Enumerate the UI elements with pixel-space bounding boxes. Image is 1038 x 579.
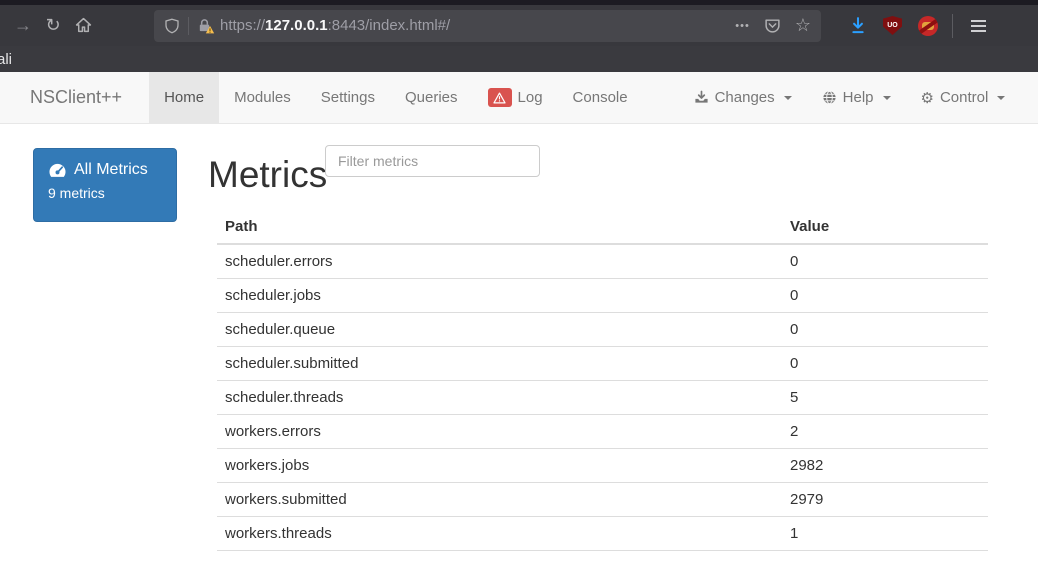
col-header-value: Value — [782, 210, 988, 244]
desktop-strip: ali — [0, 46, 1038, 72]
table-row: scheduler.jobs0 — [217, 279, 988, 313]
page-content: All Metrics 9 metrics Metrics Path Value… — [0, 124, 1038, 579]
metric-path-cell: scheduler.submitted — [217, 347, 782, 381]
col-header-path: Path — [217, 210, 782, 244]
nav-item-queries[interactable]: Queries — [390, 72, 473, 123]
metric-path-cell: scheduler.queue — [217, 313, 782, 347]
page-title: Metrics — [208, 154, 327, 196]
gear-icon: ⚙︎ — [921, 89, 934, 107]
warning-triangle-icon — [493, 92, 506, 104]
metric-path-cell: workers.jobs — [217, 449, 782, 483]
globe-icon — [822, 90, 837, 105]
metric-value-cell: 0 — [782, 279, 988, 313]
metric-value-cell: 0 — [782, 244, 988, 279]
ublock-extension-icon[interactable]: UO — [883, 16, 902, 35]
bookmark-star-icon[interactable]: ☆ — [795, 15, 811, 36]
table-header-row: Path Value — [217, 210, 988, 244]
metric-value-cell: 1 — [782, 517, 988, 551]
all-metrics-card[interactable]: All Metrics 9 metrics — [33, 148, 177, 222]
url-text[interactable]: https://127.0.0.1:8443/index.html#/ — [220, 17, 727, 34]
home-icon[interactable] — [68, 11, 98, 41]
toolbar-separator — [952, 14, 953, 38]
cookie-blocker-extension-icon[interactable] — [918, 16, 938, 36]
chevron-down-icon — [784, 96, 792, 100]
metric-value-cell: 2 — [782, 415, 988, 449]
table-row: workers.jobs2982 — [217, 449, 988, 483]
page-actions-icon[interactable]: ••• — [735, 20, 750, 32]
url-bar[interactable]: https://127.0.0.1:8443/index.html#/ ••• … — [154, 10, 821, 42]
forward-icon[interactable]: → — [8, 11, 38, 41]
nav-item-log[interactable]: Log — [473, 72, 558, 123]
menu-changes[interactable]: Changes — [679, 72, 807, 123]
table-row: workers.threads1 — [217, 517, 988, 551]
nav-item-modules[interactable]: Modules — [219, 72, 306, 123]
nav-item-home[interactable]: Home — [149, 72, 219, 123]
menu-icon[interactable] — [965, 14, 992, 38]
app-navbar: NSClient++ Home Modules Settings Queries… — [0, 72, 1038, 124]
pocket-icon[interactable] — [764, 17, 781, 34]
chevron-down-icon — [883, 96, 891, 100]
metric-path-cell: scheduler.jobs — [217, 279, 782, 313]
table-row: workers.submitted2979 — [217, 483, 988, 517]
urlbar-separator — [188, 17, 189, 35]
logout-button[interactable] — [1020, 72, 1038, 123]
table-row: scheduler.errors0 — [217, 244, 988, 279]
metric-value-cell: 0 — [782, 313, 988, 347]
metrics-table: Path Value scheduler.errors0scheduler.jo… — [217, 210, 988, 551]
brand[interactable]: NSClient++ — [0, 72, 137, 123]
menu-help[interactable]: Help — [807, 72, 906, 123]
metric-value-cell: 0 — [782, 347, 988, 381]
metric-path-cell: workers.submitted — [217, 483, 782, 517]
metrics-table-body: scheduler.errors0scheduler.jobs0schedule… — [217, 244, 988, 551]
metric-path-cell: workers.threads — [217, 517, 782, 551]
gauge-icon — [48, 162, 67, 179]
metric-value-cell: 2979 — [782, 483, 988, 517]
prohibition-slash-icon — [918, 16, 938, 34]
metrics-card-title: All Metrics — [74, 161, 148, 179]
tracking-shield-icon[interactable] — [164, 18, 180, 34]
nav-item-console[interactable]: Console — [558, 72, 643, 123]
chevron-down-icon — [997, 96, 1005, 100]
table-row: workers.errors2 — [217, 415, 988, 449]
table-row: scheduler.threads5 — [217, 381, 988, 415]
filter-metrics-input[interactable] — [325, 145, 540, 177]
metric-path-cell: scheduler.errors — [217, 244, 782, 279]
metric-value-cell: 2982 — [782, 449, 988, 483]
metric-path-cell: workers.errors — [217, 415, 782, 449]
nav-item-settings[interactable]: Settings — [306, 72, 390, 123]
metric-path-cell: scheduler.threads — [217, 381, 782, 415]
desktop-label: ali — [0, 51, 12, 68]
log-warning-badge — [488, 88, 512, 107]
browser-toolbar: → ↻ https://127.0.0.1:8443/index.html#/ … — [0, 5, 1038, 46]
downloads-icon[interactable] — [849, 17, 867, 35]
lock-warning-icon[interactable] — [197, 18, 212, 33]
metric-value-cell: 5 — [782, 381, 988, 415]
menu-control[interactable]: ⚙︎ Control — [906, 72, 1021, 123]
metrics-card-count: 9 metrics — [48, 185, 162, 201]
table-row: scheduler.queue0 — [217, 313, 988, 347]
download-icon — [694, 90, 709, 105]
reload-icon[interactable]: ↻ — [38, 11, 68, 41]
table-row: scheduler.submitted0 — [217, 347, 988, 381]
